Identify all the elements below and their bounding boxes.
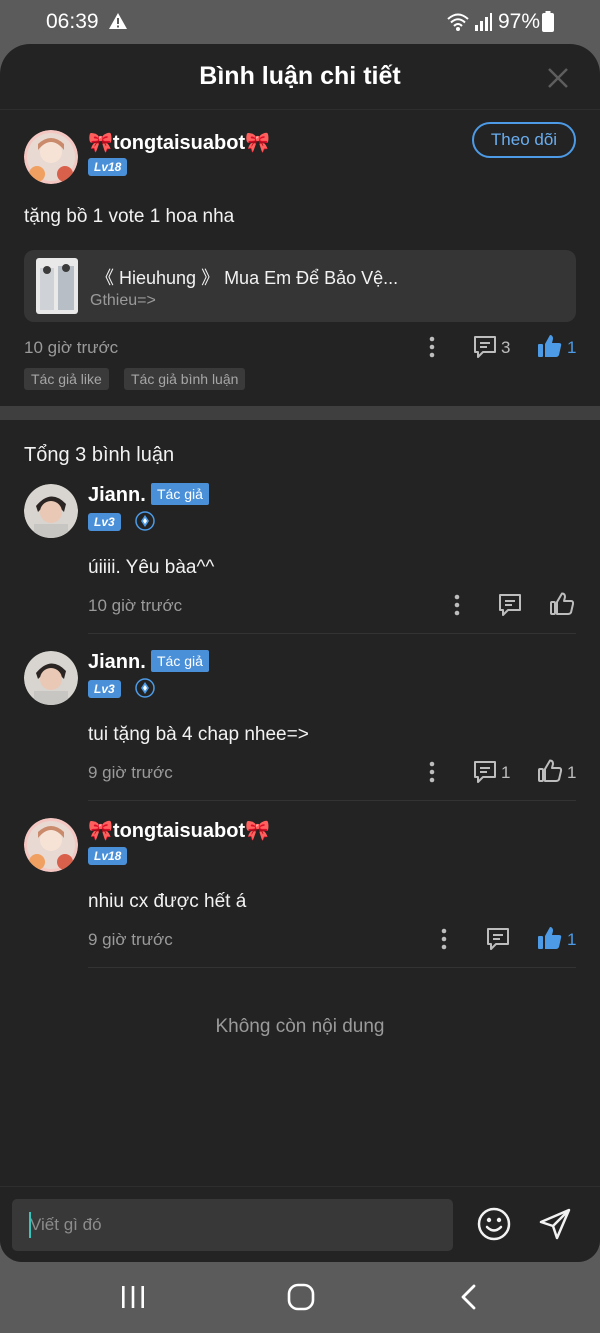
signal-icon	[475, 13, 492, 31]
comment-text: tặng bồ 1 vote 1 hoa nha	[24, 206, 235, 227]
username[interactable]: 🎀tongtaisuabot🎀	[88, 818, 270, 843]
more-icon[interactable]	[428, 336, 436, 358]
avatar[interactable]	[24, 818, 78, 872]
like-icon-filled[interactable]	[537, 333, 563, 359]
like-count: 1	[567, 930, 577, 949]
avatar[interactable]	[24, 130, 78, 184]
emoji-icon[interactable]	[477, 1207, 511, 1241]
divider	[88, 800, 576, 801]
comment-detail-sheet: Bình luận chi tiết 🎀tongtaisuabot🎀 Lv18 …	[0, 44, 600, 1262]
like-icon[interactable]	[537, 758, 563, 784]
comment-input-wrapper[interactable]	[12, 1199, 453, 1251]
level-badge: Lv18	[88, 847, 128, 865]
total-comments-label: Tổng 3 bình luận	[24, 444, 175, 466]
comment-time: 9 giờ trước	[88, 763, 173, 782]
sheet-header: Bình luận chi tiết	[0, 44, 600, 110]
author-tag: Tác giả	[151, 650, 209, 672]
book-cover	[36, 258, 78, 314]
send-icon[interactable]	[538, 1207, 572, 1241]
reply-icon[interactable]	[472, 759, 498, 785]
text-cursor	[29, 1212, 31, 1238]
level-badge: Lv3	[88, 680, 121, 698]
avatar[interactable]	[24, 484, 78, 538]
book-subtitle: Gthieu=>	[90, 292, 156, 309]
back-icon[interactable]	[457, 1283, 481, 1311]
verified-icon	[135, 678, 155, 698]
author-tag: Tác giả	[151, 483, 209, 505]
reply-item: Jiann. Tác giả Lv3 tui tặng bà 4 chap nh…	[0, 635, 600, 801]
book-card[interactable]: 《 Hieuhung 》 Mua Em Để Bảo Vệ... Gthieu=…	[24, 250, 576, 322]
comment-input[interactable]	[12, 1199, 453, 1251]
tag-author-comment: Tác giả bình luận	[124, 368, 246, 390]
reply-count: 3	[501, 338, 511, 357]
comment-text: tui tặng bà 4 chap nhee=>	[88, 724, 309, 745]
comment-time: 10 giờ trước	[24, 338, 119, 357]
reply-icon[interactable]	[485, 926, 511, 952]
battery-percent: 97%	[498, 10, 541, 33]
book-title: 《 Hieuhung 》 Mua Em Để Bảo Vệ...	[96, 268, 399, 288]
follow-button[interactable]: Theo dõi	[472, 122, 576, 158]
reply-item: Jiann. Tác giả Lv3 úiiii. Yêu bàa^^ 10 g…	[0, 468, 600, 634]
reply-icon[interactable]	[472, 334, 498, 360]
main-comment: 🎀tongtaisuabot🎀 Lv18 Theo dõi tặng bồ 1 …	[0, 110, 600, 406]
section-divider	[0, 406, 600, 420]
recent-apps-icon[interactable]	[119, 1284, 147, 1310]
more-icon[interactable]	[440, 928, 448, 950]
like-count: 1	[567, 763, 577, 782]
comment-input-bar	[0, 1186, 600, 1262]
reply-icon[interactable]	[497, 592, 523, 618]
username[interactable]: 🎀tongtaisuabot🎀	[88, 130, 270, 155]
divider	[88, 967, 576, 968]
like-count: 1	[567, 338, 577, 357]
level-badge: Lv18	[88, 158, 128, 176]
end-of-content-label: Không còn nội dung	[215, 1016, 385, 1037]
comment-time: 9 giờ trước	[88, 930, 173, 949]
comment-time: 10 giờ trước	[88, 596, 183, 615]
battery-icon	[542, 11, 554, 32]
wifi-icon	[447, 13, 469, 31]
like-icon-filled[interactable]	[537, 925, 563, 951]
warning-icon	[109, 13, 127, 29]
reply-item: 🎀tongtaisuabot🎀 Lv18 nhiu cx được hết á …	[0, 802, 600, 968]
sheet-title: Bình luận chi tiết	[199, 62, 401, 90]
more-icon[interactable]	[428, 761, 436, 783]
status-bar: 06:39 97%	[0, 0, 600, 44]
like-icon[interactable]	[549, 591, 575, 617]
username[interactable]: Jiann.	[88, 484, 146, 507]
username[interactable]: Jiann.	[88, 651, 146, 674]
avatar[interactable]	[24, 651, 78, 705]
system-nav-bar	[0, 1262, 600, 1333]
tag-author-like: Tác giả like	[24, 368, 109, 390]
level-badge: Lv3	[88, 513, 121, 531]
comment-text: nhiu cx được hết á	[88, 891, 247, 912]
close-icon[interactable]	[546, 66, 570, 90]
more-icon[interactable]	[453, 594, 461, 616]
status-time: 06:39	[46, 10, 99, 33]
reply-count: 1	[501, 763, 511, 782]
comment-text: úiiii. Yêu bàa^^	[88, 557, 215, 578]
home-icon[interactable]	[286, 1283, 316, 1311]
divider	[88, 633, 576, 634]
verified-icon	[135, 511, 155, 531]
